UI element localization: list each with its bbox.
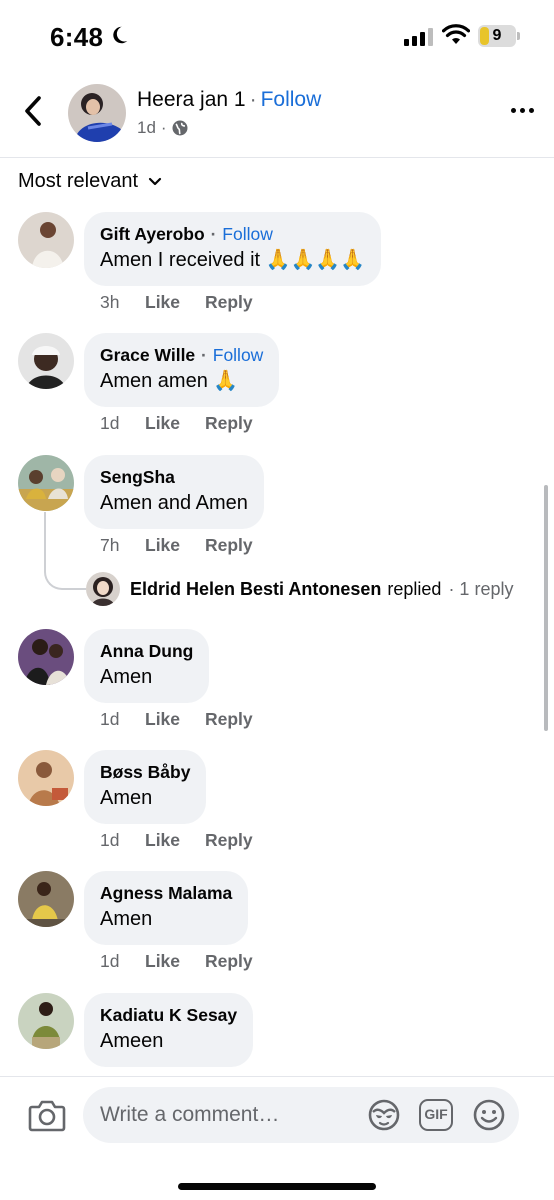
commenter-name[interactable]: Bøss Båby [100, 760, 190, 784]
replier-name: Eldrid Helen Besti Antonesen [130, 578, 382, 599]
sort-label: Most relevant [18, 170, 139, 192]
view-replies-link[interactable]: Eldrid Helen Besti Antonesen replied · 1… [86, 572, 513, 606]
comment-actions: 7h Like Reply [100, 535, 253, 556]
avatar[interactable] [18, 629, 74, 685]
avatar-sticker-icon[interactable] [367, 1098, 401, 1132]
comment-composer: GIF [0, 1076, 554, 1200]
gif-button[interactable]: GIF [419, 1099, 453, 1131]
avatar[interactable] [18, 212, 74, 268]
like-button[interactable]: Like [145, 413, 205, 434]
comment: Grace Wille · Follow Amen amen 🙏 1d Like… [0, 333, 554, 443]
commenter-name[interactable]: Anna Dung [100, 639, 193, 663]
battery-level: 9 [492, 27, 502, 44]
reply-button[interactable]: Reply [205, 535, 253, 556]
comment-bubble[interactable]: Agness Malama Amen [84, 871, 249, 945]
thread-line [44, 512, 86, 590]
like-button[interactable]: Like [145, 951, 205, 972]
comment-time: 3h [100, 292, 120, 312]
post-age: 1d [137, 118, 156, 137]
comment-actions: 3h Like Reply [100, 292, 253, 313]
separator-dot: · [210, 224, 217, 244]
comment-text: Amen [100, 787, 153, 809]
globe-icon [172, 120, 188, 136]
comment-text: Amen [100, 666, 153, 688]
comment-bubble[interactable]: Gift Ayerobo · Follow Amen I received it… [84, 212, 382, 286]
reply-count: · 1 reply [448, 578, 514, 599]
camera-icon[interactable] [28, 1097, 66, 1133]
emoji-icon[interactable] [472, 1098, 506, 1132]
avatar[interactable] [18, 455, 74, 511]
more-options-icon[interactable] [511, 108, 534, 113]
reply-button[interactable]: Reply [205, 292, 253, 313]
comment-time: 1d [100, 830, 120, 850]
comment-bubble[interactable]: Bøss Båby Amen [84, 750, 207, 824]
comment-input-wrapper: GIF [83, 1087, 519, 1143]
meta-separator: · [160, 118, 167, 137]
page-avatar[interactable] [68, 84, 126, 142]
comment: Agness Malama Amen 1d Like Reply [0, 871, 554, 981]
commenter-name[interactable]: Grace Wille [100, 345, 195, 365]
comment-time: 1d [100, 951, 120, 971]
comment-bubble[interactable]: SengSha Amen and Amen [84, 455, 264, 529]
comment: Gift Ayerobo · Follow Amen I received it… [0, 212, 554, 322]
post-meta: 1d · [137, 118, 188, 138]
commenter-name[interactable]: Gift Ayerobo [100, 224, 205, 244]
wifi-icon [442, 24, 470, 44]
like-button[interactable]: Like [145, 292, 205, 313]
commenter-name[interactable]: Agness Malama [100, 881, 232, 905]
comment-text: Ameen [100, 1030, 164, 1052]
comment-actions: 1d Like Reply [100, 951, 253, 972]
comment-time: 7h [100, 535, 120, 555]
follow-button[interactable]: Follow [213, 345, 264, 365]
status-bar: 6:48 9 [0, 0, 554, 72]
avatar[interactable] [18, 333, 74, 389]
comment: Anna Dung Amen 1d Like Reply [0, 629, 554, 739]
comment-actions: 1d Like Reply [100, 830, 253, 851]
commenter-name[interactable]: SengSha [100, 465, 248, 489]
avatar [86, 572, 120, 606]
comment-text: Amen [100, 908, 153, 930]
comment-time: 1d [100, 709, 120, 729]
comment-bubble[interactable]: Grace Wille · Follow Amen amen 🙏 [84, 333, 280, 407]
chevron-down-icon [148, 177, 162, 185]
moon-icon [113, 26, 128, 44]
page-name[interactable]: Heera jan 1 [137, 88, 246, 111]
battery-icon: 9 [478, 25, 516, 47]
chevron-left-icon[interactable] [20, 94, 48, 128]
signal-icon [404, 28, 433, 46]
avatar[interactable] [18, 750, 74, 806]
comment-text: Amen I received it 🙏🙏🙏🙏 [100, 249, 366, 271]
like-button[interactable]: Like [145, 709, 205, 730]
follow-page-button[interactable]: Follow [261, 88, 322, 111]
reply-button[interactable]: Reply [205, 830, 253, 851]
comment-actions: 1d Like Reply [100, 413, 253, 434]
comment-bubble[interactable]: Anna Dung Amen [84, 629, 210, 703]
follow-button[interactable]: Follow [222, 224, 273, 244]
comment-bubble[interactable]: Kadiatu K Sesay Ameen [84, 993, 254, 1067]
avatar[interactable] [18, 993, 74, 1049]
reply-button[interactable]: Reply [205, 413, 253, 434]
like-button[interactable]: Like [145, 830, 205, 851]
home-indicator[interactable] [178, 1183, 376, 1190]
replied-label: replied [387, 578, 442, 599]
comment-time: 1d [100, 413, 120, 433]
sort-selector[interactable]: Most relevant [18, 170, 162, 193]
status-time: 6:48 [50, 22, 104, 52]
separator-dot: · [201, 345, 207, 365]
commenter-name[interactable]: Kadiatu K Sesay [100, 1003, 237, 1027]
comment-input[interactable] [100, 1087, 370, 1143]
separator-dot: · [249, 88, 257, 111]
page-name-row: Heera jan 1 · Follow [137, 88, 321, 112]
reply-button[interactable]: Reply [205, 951, 253, 972]
like-button[interactable]: Like [145, 535, 205, 556]
reply-button[interactable]: Reply [205, 709, 253, 730]
comment-text: Amen amen 🙏 [100, 370, 239, 392]
comment-text: Amen and Amen [100, 492, 248, 514]
post-header: Heera jan 1 · Follow 1d · [0, 72, 554, 158]
avatar[interactable] [18, 871, 74, 927]
comment: Bøss Båby Amen 1d Like Reply [0, 750, 554, 860]
battery-tip [517, 32, 520, 40]
comment-actions: 1d Like Reply [100, 709, 253, 730]
